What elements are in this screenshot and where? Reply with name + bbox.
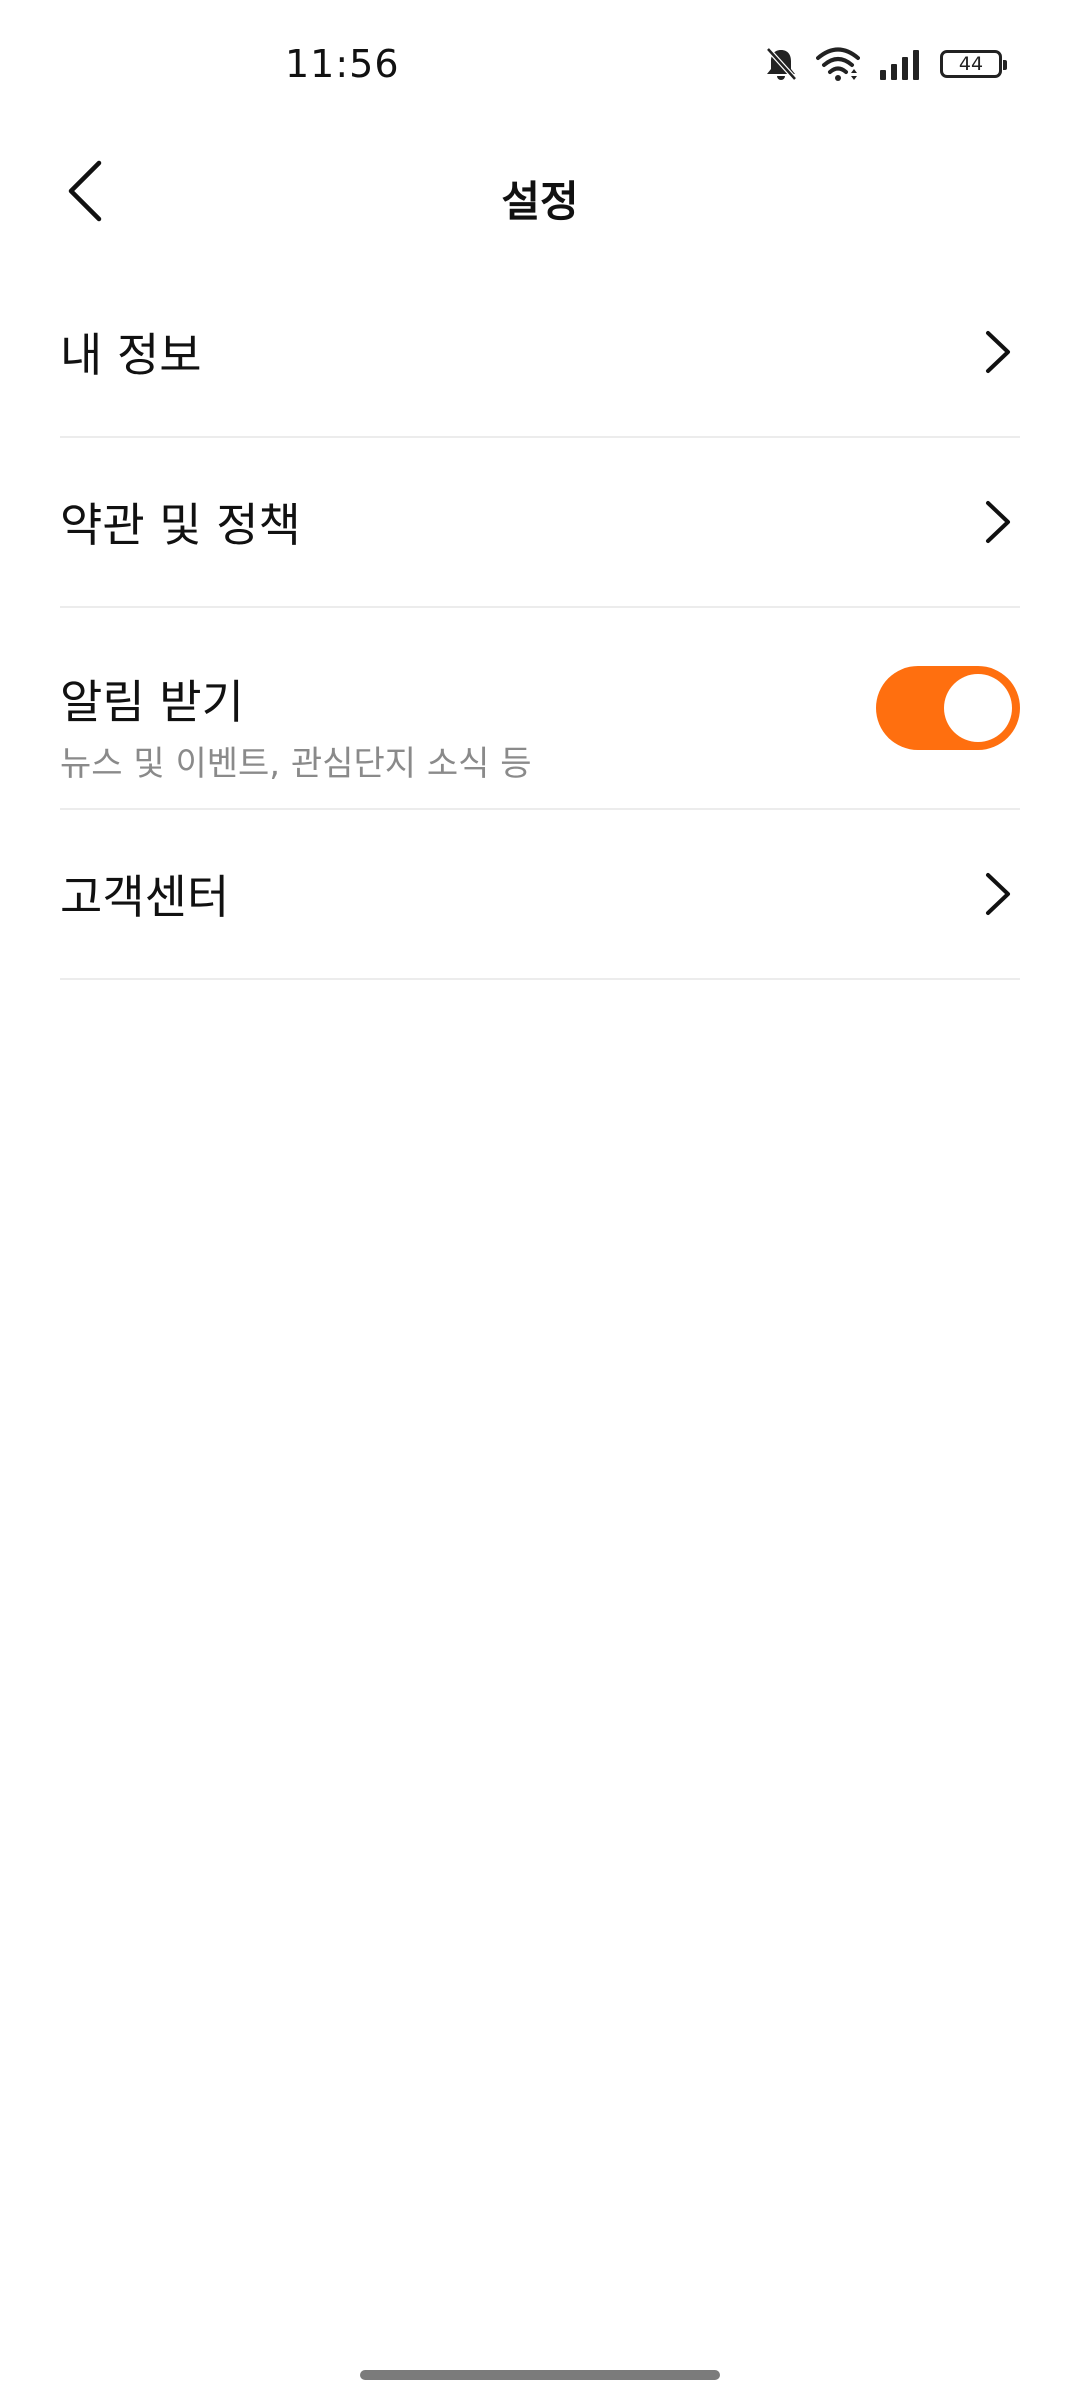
chevron-right-icon	[978, 869, 1018, 919]
settings-list: 내 정보 약관 및 정책 알림 받기 뉴스 및 이벤트, 관심단지 소식 등 고…	[60, 268, 1020, 980]
battery-level: 44	[958, 53, 984, 75]
app-header: 설정	[0, 130, 1080, 260]
battery-icon: 44	[940, 50, 1007, 78]
status-icons: 44	[764, 44, 1007, 84]
status-time: 11:56	[285, 42, 400, 86]
settings-item-label: 고객센터	[60, 870, 230, 924]
settings-item-notifications: 알림 받기 뉴스 및 이벤트, 관심단지 소식 등	[60, 608, 1020, 810]
status-bar: 11:56 44	[0, 0, 1080, 130]
settings-item-description: 뉴스 및 이벤트, 관심단지 소식 등	[60, 744, 532, 784]
settings-item-customer-center[interactable]: 고객센터	[60, 810, 1020, 980]
settings-item-label: 알림 받기	[60, 675, 244, 729]
bell-muted-icon	[764, 46, 798, 82]
settings-item-label: 내 정보	[60, 328, 202, 382]
page-title: 설정	[501, 177, 579, 226]
chevron-right-icon	[978, 327, 1018, 377]
notifications-toggle[interactable]	[876, 666, 1020, 750]
signal-icon	[878, 48, 922, 80]
toggle-knob	[944, 674, 1012, 742]
chevron-right-icon	[978, 497, 1018, 547]
wifi-icon	[816, 47, 860, 81]
settings-item-label: 약관 및 정책	[60, 498, 301, 552]
settings-item-terms[interactable]: 약관 및 정책	[60, 438, 1020, 608]
home-indicator[interactable]	[360, 2370, 720, 2380]
settings-item-my-info[interactable]: 내 정보	[60, 268, 1020, 438]
